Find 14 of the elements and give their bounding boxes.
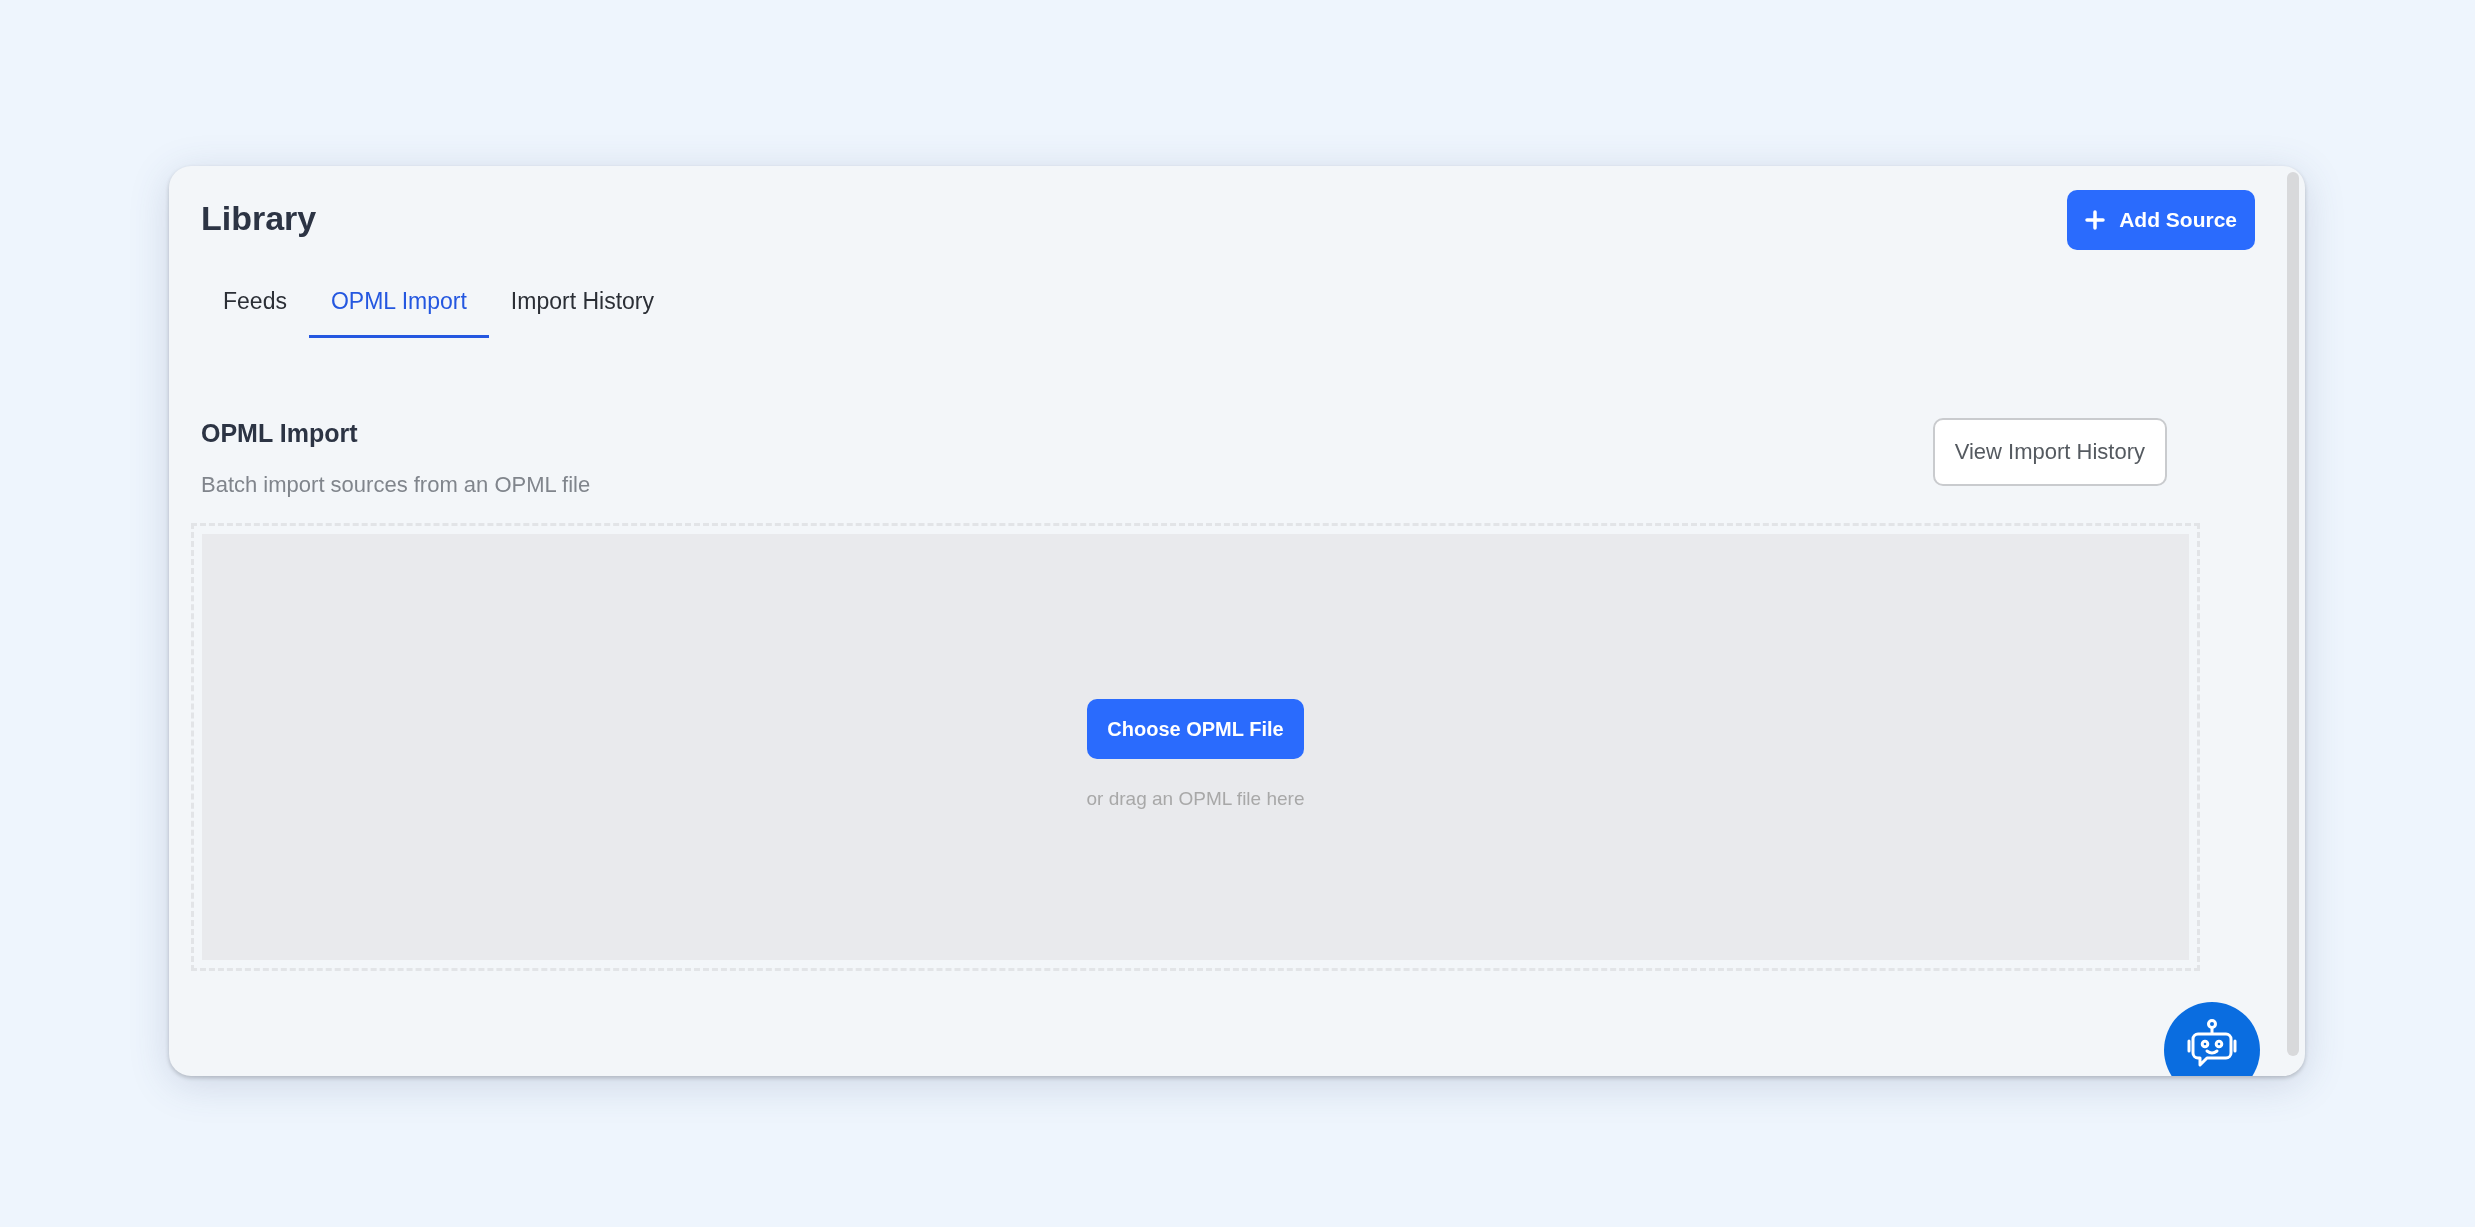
page-title: Library — [201, 198, 317, 239]
drop-hint: or drag an OPML file here — [1086, 787, 1305, 812]
section-subtitle: Batch import sources from an OPML file — [201, 470, 591, 499]
tab[interactable]: OPML Import — [308, 270, 489, 338]
tab[interactable]: Feeds — [201, 270, 309, 338]
plus-icon — [2085, 210, 2106, 230]
view-import-history-button[interactable]: View Import History — [1932, 417, 2167, 486]
drop-zone[interactable]: Choose OPML File or drag an OPML file here — [191, 522, 2200, 971]
tab[interactable]: Import History — [488, 270, 676, 338]
add-source-button[interactable]: Add Source — [2067, 190, 2255, 250]
choose-file-button[interactable]: Choose OPML File — [1087, 699, 1304, 760]
scrollbar[interactable] — [2287, 172, 2299, 1056]
assistant-button[interactable] — [2164, 1002, 2260, 1076]
section-title: OPML Import — [201, 417, 359, 448]
